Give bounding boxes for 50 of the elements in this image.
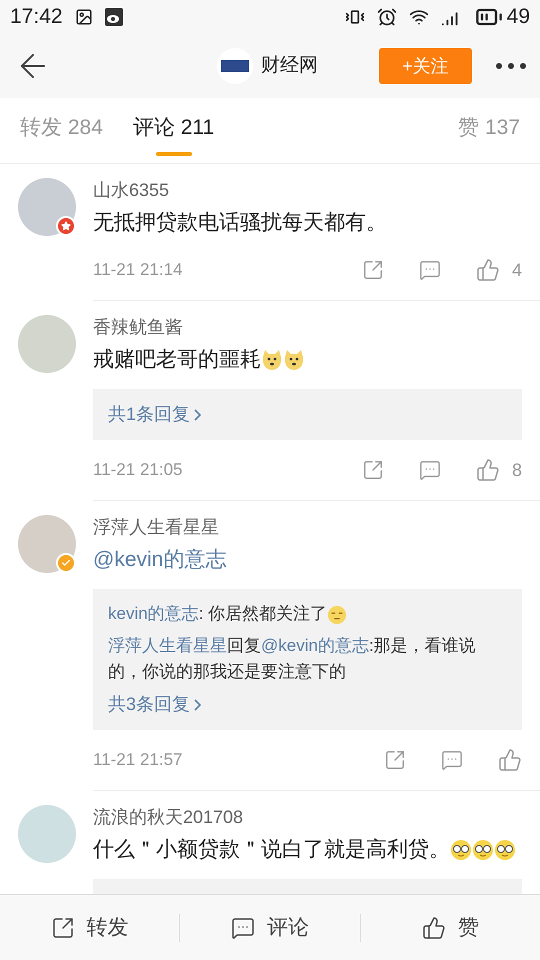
alarm-icon [376, 7, 397, 27]
comment-time: 11-21 21:05 [93, 459, 182, 482]
comment-icon [230, 916, 255, 940]
thumbs-up-icon[interactable] [476, 458, 500, 482]
user-link[interactable]: 浮萍人生看星星 [108, 636, 227, 655]
share-icon[interactable] [384, 749, 406, 771]
bottom-action[interactable]: 评论 [180, 912, 360, 944]
comment-text: 什么＂小额贷款＂说白了就是高利贷。 [93, 838, 450, 861]
battery-level: 49 [506, 4, 530, 30]
share-icon[interactable] [362, 459, 384, 481]
username[interactable]: 流浪的秋天201708 [93, 805, 522, 829]
comment-text: 无抵押贷款电话骚扰每天都有。 [93, 211, 387, 234]
reply-box[interactable]: 共1条回复 [93, 389, 522, 440]
reply-icon[interactable] [418, 259, 441, 281]
comment-time: 11-21 21:57 [93, 749, 182, 772]
image-icon [74, 8, 93, 26]
chevron-right-icon [194, 698, 202, 710]
more-icon[interactable] [496, 63, 526, 69]
comment-text: 戒赌吧老哥的噩耗 [93, 348, 261, 371]
follow-button[interactable]: +关注 [379, 48, 472, 84]
chevron-right-icon [194, 408, 202, 420]
thumbs-up-icon [422, 916, 446, 940]
more-replies-link[interactable]: 共3条回复 [108, 691, 507, 718]
reply-icon[interactable] [441, 749, 463, 771]
more-replies-link[interactable]: 共1条回复 [108, 401, 507, 428]
user-link[interactable]: kevin的意志 [108, 604, 199, 623]
thumbs-up-icon[interactable] [476, 258, 500, 282]
account-avatar [217, 48, 253, 84]
account-name: 财经网 [261, 54, 318, 78]
share-icon [50, 916, 75, 940]
bottom-action[interactable]: 赞 [360, 912, 540, 944]
reply-box[interactable]: kevin的意志: 你居然都关注了 浮萍人生看星星回复@kevin的意志:那是，看谁说的，你说的那我还是要注意下的 共3条回复 [93, 589, 522, 730]
tab[interactable]: 评论 211 [132, 112, 214, 158]
username[interactable]: 山水6355 [93, 178, 522, 202]
reply-text: 浮萍人生看星星回复@kevin的意志:那是，看谁说的，你说的那我还是要注意下的 [108, 636, 476, 681]
bottom-action[interactable]: 转发 [0, 912, 180, 944]
share-icon[interactable] [362, 259, 384, 281]
like-count: 8 [512, 458, 522, 482]
tab[interactable]: 转发 284 [20, 112, 103, 158]
tab[interactable]: 赞 137 [458, 112, 520, 158]
comment-time: 11-21 21:14 [93, 259, 182, 282]
user-link[interactable]: @kevin的意志 [93, 548, 226, 571]
username[interactable]: 香辣鱿鱼酱 [93, 315, 522, 339]
reply-icon[interactable] [418, 459, 441, 481]
user-link[interactable]: @kevin的意志 [261, 636, 369, 655]
status-time: 17:42 [10, 4, 63, 30]
thumbs-up-icon[interactable] [498, 748, 522, 772]
username[interactable]: 浮萍人生看星星 [93, 515, 522, 539]
reply-text: kevin的意志: 你居然都关注了 [108, 604, 328, 623]
like-count: 4 [512, 258, 522, 282]
